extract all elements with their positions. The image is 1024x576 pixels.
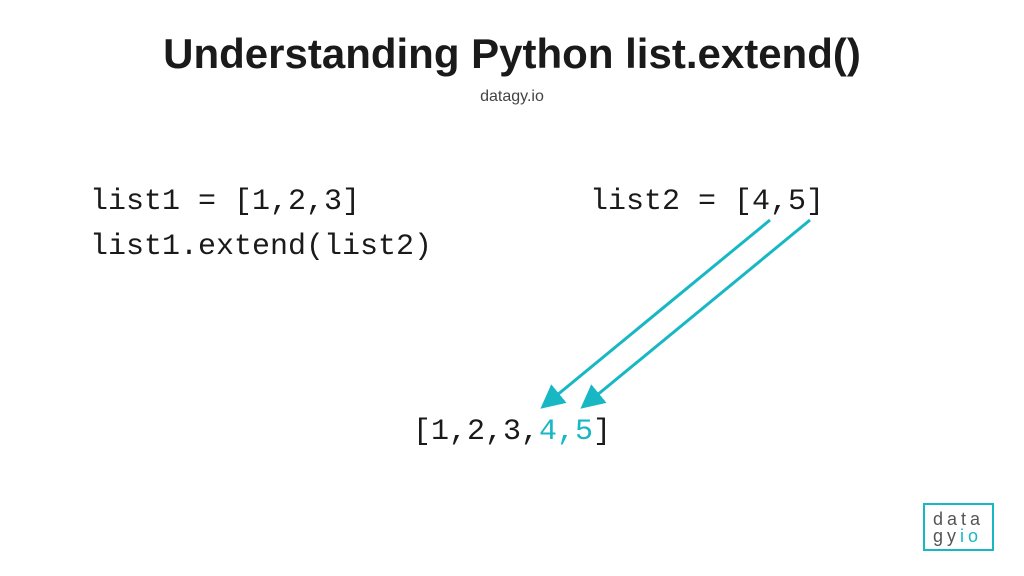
result-prefix: [1,2,3,: [413, 415, 539, 449]
result-list: [1,2,3,4,5]: [0, 415, 1024, 449]
code-list1-assign: list1 = [1,2,3]: [90, 185, 360, 219]
arrow-diagram: [0, 0, 1024, 576]
page-title: Understanding Python list.extend(): [0, 30, 1024, 78]
result-suffix: ]: [593, 415, 611, 449]
code-extend-call: list1.extend(list2): [90, 230, 432, 264]
logo-line2: gyio: [933, 528, 984, 545]
result-highlight: 4,5: [539, 415, 593, 449]
page-subtitle: datagy.io: [0, 88, 1024, 106]
code-list2-assign: list2 = [4,5]: [590, 185, 824, 219]
datagy-logo: data gyio: [923, 503, 994, 551]
